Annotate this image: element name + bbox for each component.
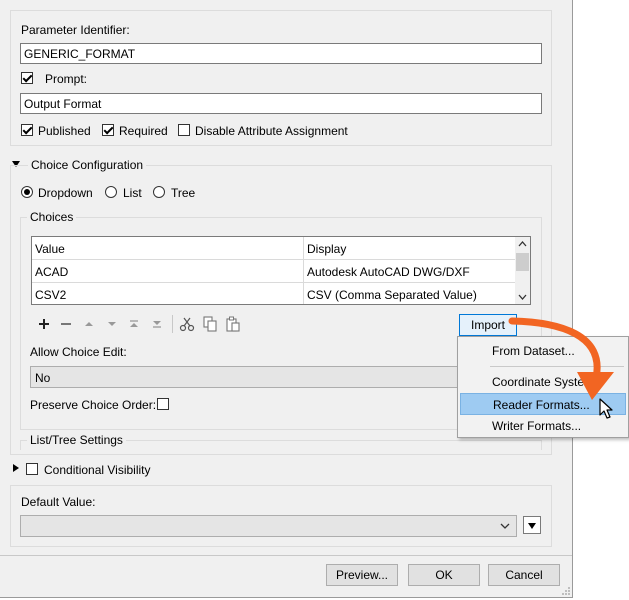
menu-item-coordinate-system[interactable]: Coordinate Syste — [460, 371, 626, 393]
choices-table: Value Display ACAD Autodesk AutoCAD DWG/… — [31, 236, 531, 305]
parameter-dialog: Parameter Identifier: GENERIC_FORMAT Pro… — [0, 0, 573, 598]
paste-icon[interactable] — [225, 316, 241, 332]
cut-icon[interactable] — [179, 316, 195, 332]
conditional-visibility-checkbox[interactable] — [26, 463, 38, 475]
copy-icon[interactable] — [202, 316, 218, 332]
default-value-select[interactable] — [20, 515, 517, 537]
import-button[interactable]: Import — [459, 314, 517, 336]
required-checkbox[interactable] — [102, 124, 114, 136]
table-row-divider — [32, 282, 515, 283]
footer-divider — [0, 555, 572, 556]
table-header-divider — [32, 259, 515, 260]
disable-attribute-label: Disable Attribute Assignment — [195, 124, 348, 138]
allow-choice-edit-select[interactable]: No — [30, 366, 460, 388]
disable-attribute-checkbox[interactable] — [178, 124, 190, 136]
list-label: List — [123, 186, 142, 200]
scroll-down-icon[interactable] — [515, 290, 530, 304]
table-scrollbar[interactable] — [515, 237, 530, 304]
move-up-icon[interactable] — [83, 318, 95, 330]
conditional-visibility-label: Conditional Visibility — [44, 463, 151, 477]
preserve-choice-order-checkbox[interactable] — [157, 398, 169, 410]
choice-configuration-label: Choice Configuration — [28, 158, 147, 172]
cancel-button[interactable]: Cancel — [488, 564, 560, 586]
default-value-label: Default Value: — [21, 495, 96, 509]
prompt-checkbox[interactable] — [21, 72, 33, 84]
import-menu: From Dataset... Coordinate Syste Reader … — [457, 336, 629, 438]
menu-separator — [490, 366, 624, 367]
menu-item-label: Writer Formats... — [492, 419, 582, 433]
mouse-cursor-icon — [599, 398, 613, 419]
choices-label: Choices — [27, 210, 77, 224]
table-cell-value[interactable]: CSV2 — [35, 288, 66, 302]
published-label: Published — [38, 124, 91, 138]
dropdown-label: Dropdown — [38, 186, 93, 200]
scroll-up-icon[interactable] — [515, 237, 530, 251]
menu-item-from-dataset[interactable]: From Dataset... — [460, 340, 626, 362]
preview-button[interactable]: Preview... — [326, 564, 398, 586]
parameter-identifier-label: Parameter Identifier: — [21, 23, 130, 37]
scroll-thumb[interactable] — [516, 253, 529, 271]
menu-item-label: Reader Formats... — [493, 398, 590, 412]
remove-icon[interactable] — [60, 318, 72, 330]
table-cell-display[interactable]: Autodesk AutoCAD DWG/DXF — [307, 265, 470, 279]
parameter-identifier-input[interactable]: GENERIC_FORMAT — [20, 43, 542, 64]
chevron-down-icon — [500, 523, 510, 529]
tree-label: Tree — [171, 186, 196, 200]
resize-grip-icon[interactable] — [561, 586, 571, 596]
add-icon[interactable] — [38, 318, 50, 330]
table-header-value[interactable]: Value — [35, 242, 65, 256]
required-label: Required — [119, 124, 168, 138]
ok-button[interactable]: OK — [408, 564, 480, 586]
prompt-input[interactable]: Output Format — [20, 93, 542, 114]
menu-item-label: Coordinate Syste — [492, 375, 585, 389]
table-column-divider — [303, 237, 304, 304]
published-checkbox[interactable] — [21, 124, 33, 136]
menu-item-label: From Dataset... — [492, 344, 575, 358]
list-tree-settings-label: List/Tree Settings — [27, 433, 126, 447]
default-value-menu-button[interactable] — [523, 516, 541, 534]
move-down-icon[interactable] — [106, 318, 118, 330]
dropdown-radio[interactable] — [21, 186, 33, 198]
dropdown-arrow-icon — [528, 523, 536, 529]
table-header-display[interactable]: Display — [307, 242, 346, 256]
move-top-icon[interactable] — [128, 318, 140, 330]
prompt-label: Prompt: — [45, 72, 88, 86]
table-cell-display[interactable]: CSV (Comma Separated Value) — [307, 288, 477, 302]
expand-triangle-icon[interactable] — [13, 464, 19, 472]
list-radio[interactable] — [105, 186, 117, 198]
tree-radio[interactable] — [153, 186, 165, 198]
preserve-choice-order-label: Preserve Choice Order: — [30, 398, 157, 412]
table-cell-value[interactable]: ACAD — [35, 265, 68, 279]
allow-choice-edit-label: Allow Choice Edit: — [30, 345, 127, 359]
move-bottom-icon[interactable] — [151, 318, 163, 330]
toolbar-separator — [172, 315, 173, 333]
